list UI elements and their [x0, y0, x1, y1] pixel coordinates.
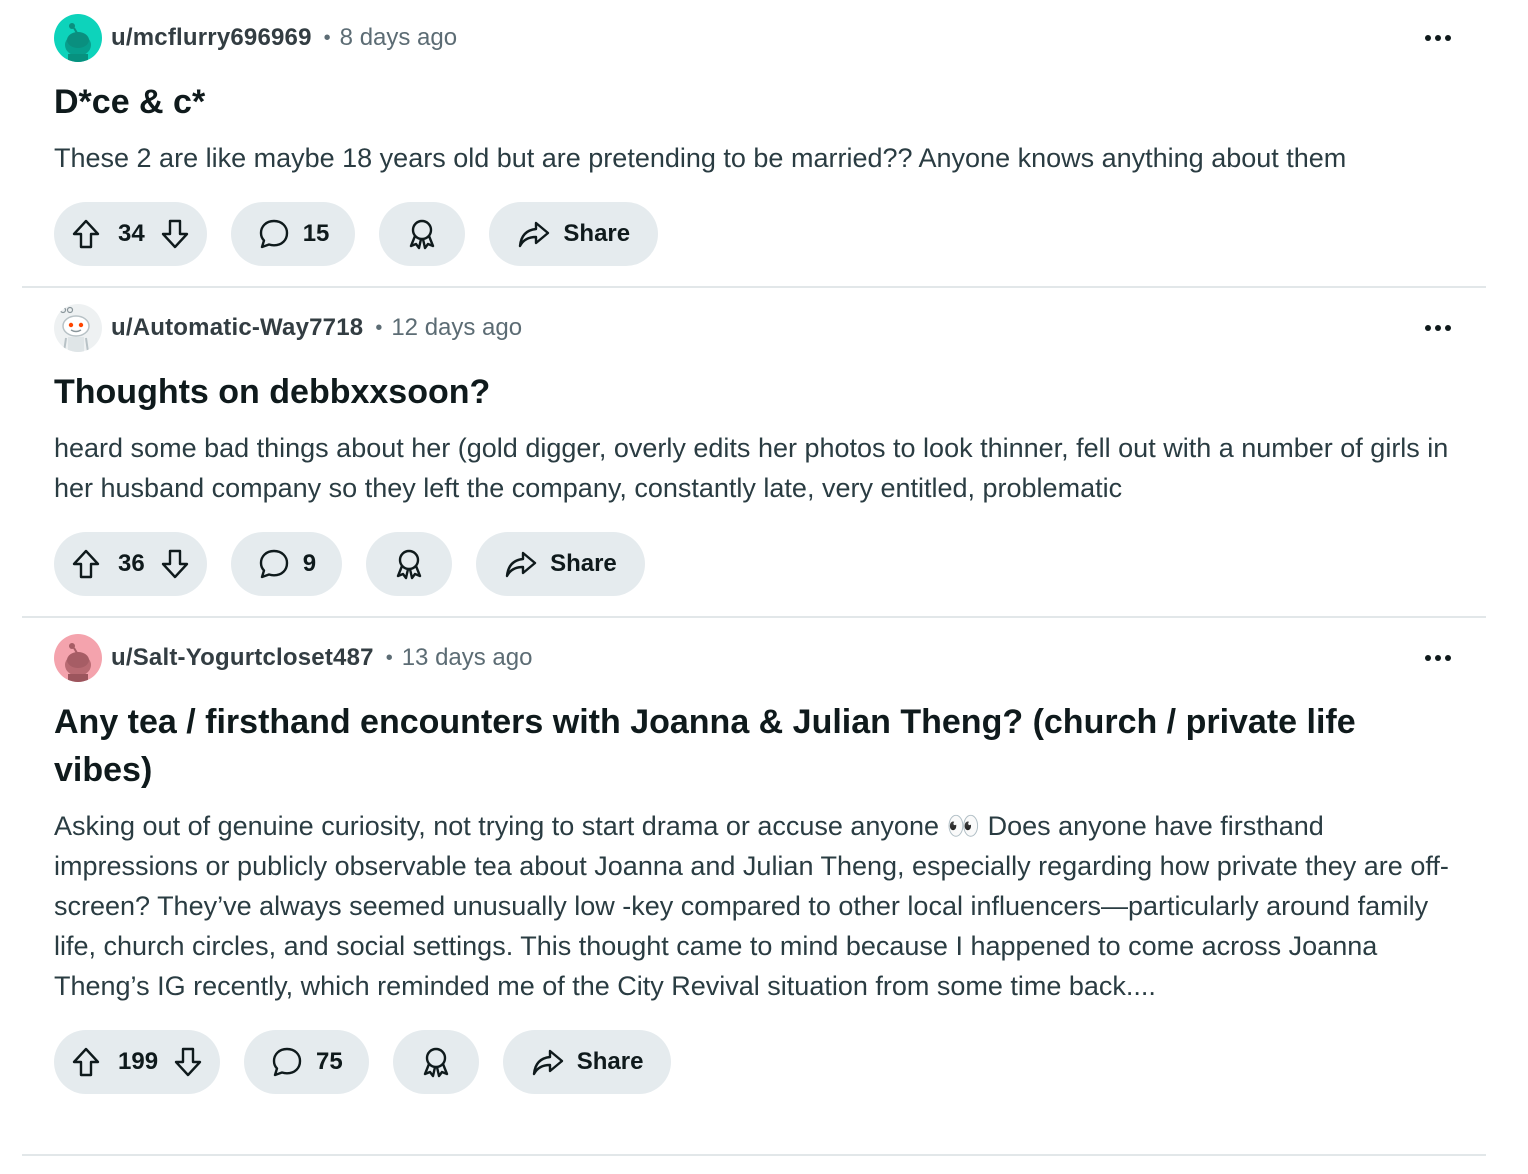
share-label: Share [550, 550, 617, 577]
share-icon [517, 217, 551, 251]
comment-count: 9 [302, 550, 317, 577]
share-icon [504, 547, 538, 581]
upvote-icon[interactable] [70, 1046, 102, 1078]
comments-button[interactable]: 75 [244, 1030, 369, 1094]
share-button[interactable]: Share [476, 532, 645, 596]
post-title[interactable]: Thoughts on debbxxsoon? [54, 368, 1454, 416]
share-icon [531, 1045, 565, 1079]
more-options-icon[interactable] [1422, 22, 1454, 54]
award-button[interactable] [392, 1030, 479, 1094]
post-author[interactable]: u/Salt-Yogurtcloset487 [111, 644, 374, 672]
share-button[interactable]: Share [489, 202, 659, 266]
post-feed: u/mcflurry696969 • 8 days ago D*ce & c* … [0, 0, 1528, 1174]
downvote-icon[interactable] [172, 1046, 204, 1078]
post-author[interactable]: u/Automatic-Way7718 [111, 314, 363, 342]
comment-icon [270, 1045, 304, 1079]
downvote-icon[interactable] [159, 218, 191, 250]
avatar[interactable] [54, 304, 102, 352]
comment-count: 75 [316, 1048, 343, 1075]
upvote-icon[interactable] [70, 548, 102, 580]
vote-count: 199 [118, 1048, 159, 1075]
post-actions: 36 9 Share [54, 532, 1454, 596]
post-title[interactable]: D*ce & c* [54, 78, 1454, 126]
award-button[interactable] [379, 202, 466, 266]
post-timestamp: 13 days ago [401, 644, 533, 671]
post-timestamp: 12 days ago [391, 314, 523, 341]
comment-icon [257, 217, 291, 251]
comments-button[interactable]: 15 [230, 202, 356, 266]
award-icon [392, 547, 426, 581]
vote-control: 36 [54, 532, 207, 596]
upvote-icon[interactable] [70, 218, 102, 250]
post-body[interactable]: heard some bad things about her (gold di… [54, 428, 1454, 508]
post-divider [22, 1154, 1486, 1156]
comments-button[interactable]: 9 [230, 532, 343, 596]
post-card[interactable]: u/Salt-Yogurtcloset487 • 13 days ago Any… [22, 634, 1486, 1144]
vote-control: 34 [54, 202, 207, 266]
meta-separator: • [375, 316, 383, 339]
award-icon [405, 217, 439, 251]
post-title[interactable]: Any tea / firsthand encounters with Joan… [54, 698, 1454, 794]
avatar[interactable] [54, 14, 102, 62]
award-icon [419, 1045, 453, 1079]
post-body[interactable]: Asking out of genuine curiosity, not try… [54, 806, 1454, 1006]
vote-count: 34 [118, 220, 145, 247]
meta-separator: • [323, 26, 331, 49]
post-actions: 199 75 Share [54, 1030, 1454, 1094]
post-timestamp: 8 days ago [339, 24, 458, 51]
post-meta: u/mcflurry696969 • 8 days ago [54, 14, 1454, 62]
post-body[interactable]: These 2 are like maybe 18 years old but … [54, 138, 1454, 178]
more-options-icon[interactable] [1422, 642, 1454, 674]
share-label: Share [563, 220, 631, 247]
avatar[interactable] [54, 634, 102, 682]
post-card[interactable]: u/mcflurry696969 • 8 days ago D*ce & c* … [22, 14, 1486, 276]
share-button[interactable]: Share [502, 1030, 672, 1094]
post-divider [22, 616, 1486, 618]
comment-icon [257, 547, 291, 581]
post-actions: 34 15 Share [54, 202, 1454, 266]
post-meta: u/Salt-Yogurtcloset487 • 13 days ago [54, 634, 1454, 682]
comment-count: 15 [302, 220, 330, 247]
share-label: Share [576, 1048, 644, 1075]
more-options-icon[interactable] [1422, 312, 1454, 344]
post-meta: u/Automatic-Way7718 • 12 days ago [54, 304, 1454, 352]
post-author[interactable]: u/mcflurry696969 [111, 24, 312, 52]
award-button[interactable] [366, 532, 453, 596]
vote-count: 36 [118, 550, 145, 577]
vote-control: 199 [54, 1030, 221, 1094]
post-divider [22, 286, 1486, 288]
downvote-icon[interactable] [159, 548, 191, 580]
post-card[interactable]: u/Automatic-Way7718 • 12 days ago Though… [22, 304, 1486, 604]
meta-separator: • [385, 646, 393, 669]
